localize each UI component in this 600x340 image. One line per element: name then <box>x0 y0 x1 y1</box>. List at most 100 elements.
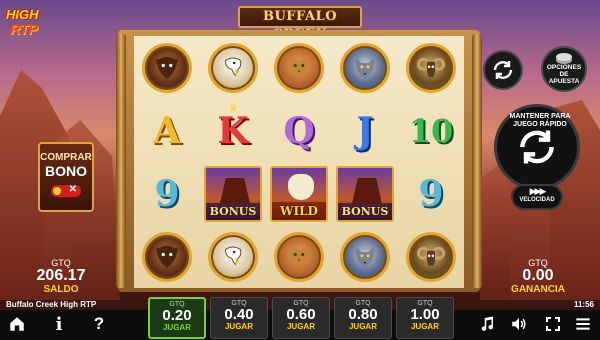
buy-bonus-label-bono: BONO <box>45 163 87 179</box>
spin-icon <box>520 130 554 164</box>
bet-button-0.60[interactable]: GTQ 0.60 JUGAR <box>272 297 330 339</box>
bet-play-label: JUGAR <box>162 323 191 332</box>
buy-bonus-button[interactable]: COMPRAR BONO ✕ <box>38 142 94 212</box>
bet-play-label: JUGAR <box>410 322 439 331</box>
reel-grid: A ♛ K Q J 10 9 BONUS WILD BONUS 9 <box>134 36 464 288</box>
bonus-tile: BONUS <box>204 165 262 222</box>
symbol-letter: J <box>356 109 374 152</box>
bet-button-1.00[interactable]: GTQ 1.00 JUGAR <box>396 297 454 339</box>
puma-icon <box>274 42 324 93</box>
autoplay-button[interactable] <box>483 50 523 90</box>
symbol-10: 10 <box>398 99 464 162</box>
bet-value: 1.00 <box>410 306 440 323</box>
symbol-eagle <box>200 225 266 288</box>
frame-pillar <box>116 34 126 288</box>
symbol-buffalo <box>134 36 200 99</box>
symbol-letter: Q <box>283 109 315 152</box>
bonus-label: BONUS <box>338 202 392 220</box>
symbol-bonus: BONUS <box>332 162 398 225</box>
bonus-label: BONUS <box>206 202 260 220</box>
help-icon[interactable]: ? <box>88 313 110 335</box>
symbol-letter: A <box>153 109 181 152</box>
eagle-icon <box>208 42 258 93</box>
menu-icon[interactable] <box>572 313 594 335</box>
symbol-ram <box>398 225 464 288</box>
symbol-9: 9 <box>134 162 200 225</box>
balance-label: SALDO <box>43 284 79 295</box>
clock: 11:56 <box>573 300 594 309</box>
fast-forward-icon: ▶▶▶ <box>529 186 547 196</box>
speed-label: VELOCIDAD <box>519 197 555 203</box>
logo-line2: RTP <box>10 21 38 37</box>
logo-line1: HIGH <box>6 7 39 22</box>
symbol-J: J <box>332 99 398 162</box>
symbol-9: 9 <box>398 162 464 225</box>
ram-icon <box>406 231 456 282</box>
symbol-buffalo <box>134 225 200 288</box>
bet-button-0.80[interactable]: GTQ 0.80 JUGAR <box>334 297 392 339</box>
win-value: 0.00 <box>522 267 554 284</box>
info-icon[interactable]: i <box>48 313 70 335</box>
wild-tile: WILD <box>270 165 328 222</box>
bonus-tile: BONUS <box>336 165 394 222</box>
high-rtp-logo: HIGH RTP <box>6 8 48 46</box>
options-line3: APUESTA <box>548 78 580 85</box>
symbol-puma <box>266 225 332 288</box>
buffalo-icon <box>142 42 192 93</box>
crown-icon: ♛ <box>228 103 238 114</box>
bet-options-button[interactable]: OPCIONES DE APUESTA <box>541 46 587 92</box>
win-display: GTQ 0.00 GANANCIA <box>500 258 576 295</box>
symbol-A: A <box>134 99 200 162</box>
balance-value: 206.17 <box>36 267 86 284</box>
puma-icon <box>274 231 324 282</box>
symbol-wild: WILD <box>266 162 332 225</box>
mesa-rock-icon <box>220 177 250 204</box>
chips-icon <box>556 53 572 61</box>
wolf-icon <box>340 42 390 93</box>
symbol-letter: 9 <box>154 172 180 215</box>
quick-play-hint: MANTENER PARA JUEGO RÁPIDO <box>509 113 571 128</box>
bet-play-label: JUGAR <box>286 322 315 331</box>
symbol-Q: Q <box>266 99 332 162</box>
bet-options-label: OPCIONES DE APUESTA <box>547 64 581 85</box>
bet-value: 0.60 <box>286 306 316 323</box>
bet-button-0.40[interactable]: GTQ 0.40 JUGAR <box>210 297 268 339</box>
buy-bonus-label: COMPRAR <box>40 152 92 163</box>
music-icon[interactable] <box>476 313 498 335</box>
autoplay-icon <box>493 61 513 79</box>
frame-pillar <box>472 34 482 288</box>
wild-label: WILD <box>272 201 326 220</box>
wolf-icon <box>340 231 390 282</box>
symbol-K: ♛ K <box>200 99 266 162</box>
home-icon[interactable] <box>6 313 28 335</box>
symbol-bonus: BONUS <box>200 162 266 225</box>
bet-value: 0.80 <box>348 306 378 323</box>
mesa-rock-icon <box>352 177 382 204</box>
buffalo-icon <box>142 231 192 282</box>
options-line1: OPCIONES <box>546 64 582 71</box>
bet-value: 0.40 <box>224 306 254 323</box>
speed-button[interactable]: ▶▶▶ VELOCIDAD <box>511 184 563 210</box>
toggle-knob <box>53 187 61 195</box>
bet-play-label: JUGAR <box>348 322 377 331</box>
game-name: Buffalo Creek High RTP <box>6 300 97 309</box>
game-title-banner: BUFFALO CREEK <box>238 6 362 42</box>
eagle-icon <box>208 231 258 282</box>
symbol-wolf <box>332 36 398 99</box>
symbol-puma <box>266 36 332 99</box>
spin-button[interactable]: MANTENER PARA JUEGO RÁPIDO <box>494 104 580 190</box>
sound-icon[interactable] <box>508 313 530 335</box>
ram-icon <box>406 42 456 93</box>
win-label: GANANCIA <box>511 284 565 295</box>
symbol-eagle <box>200 36 266 99</box>
fullscreen-icon[interactable] <box>542 313 564 335</box>
buy-bonus-toggle[interactable]: ✕ <box>51 184 81 197</box>
balance-display: GTQ 206.17 SALDO <box>26 258 96 295</box>
symbol-ram <box>398 36 464 99</box>
bet-play-label: JUGAR <box>224 322 253 331</box>
reel-frame: A ♛ K Q J 10 9 BONUS WILD BONUS 9 <box>116 30 482 292</box>
bet-button-0.20[interactable]: GTQ 0.20 JUGAR <box>148 297 206 339</box>
symbol-letter: K <box>217 109 249 152</box>
symbol-wolf <box>332 225 398 288</box>
symbol-letter: 9 <box>418 172 444 215</box>
